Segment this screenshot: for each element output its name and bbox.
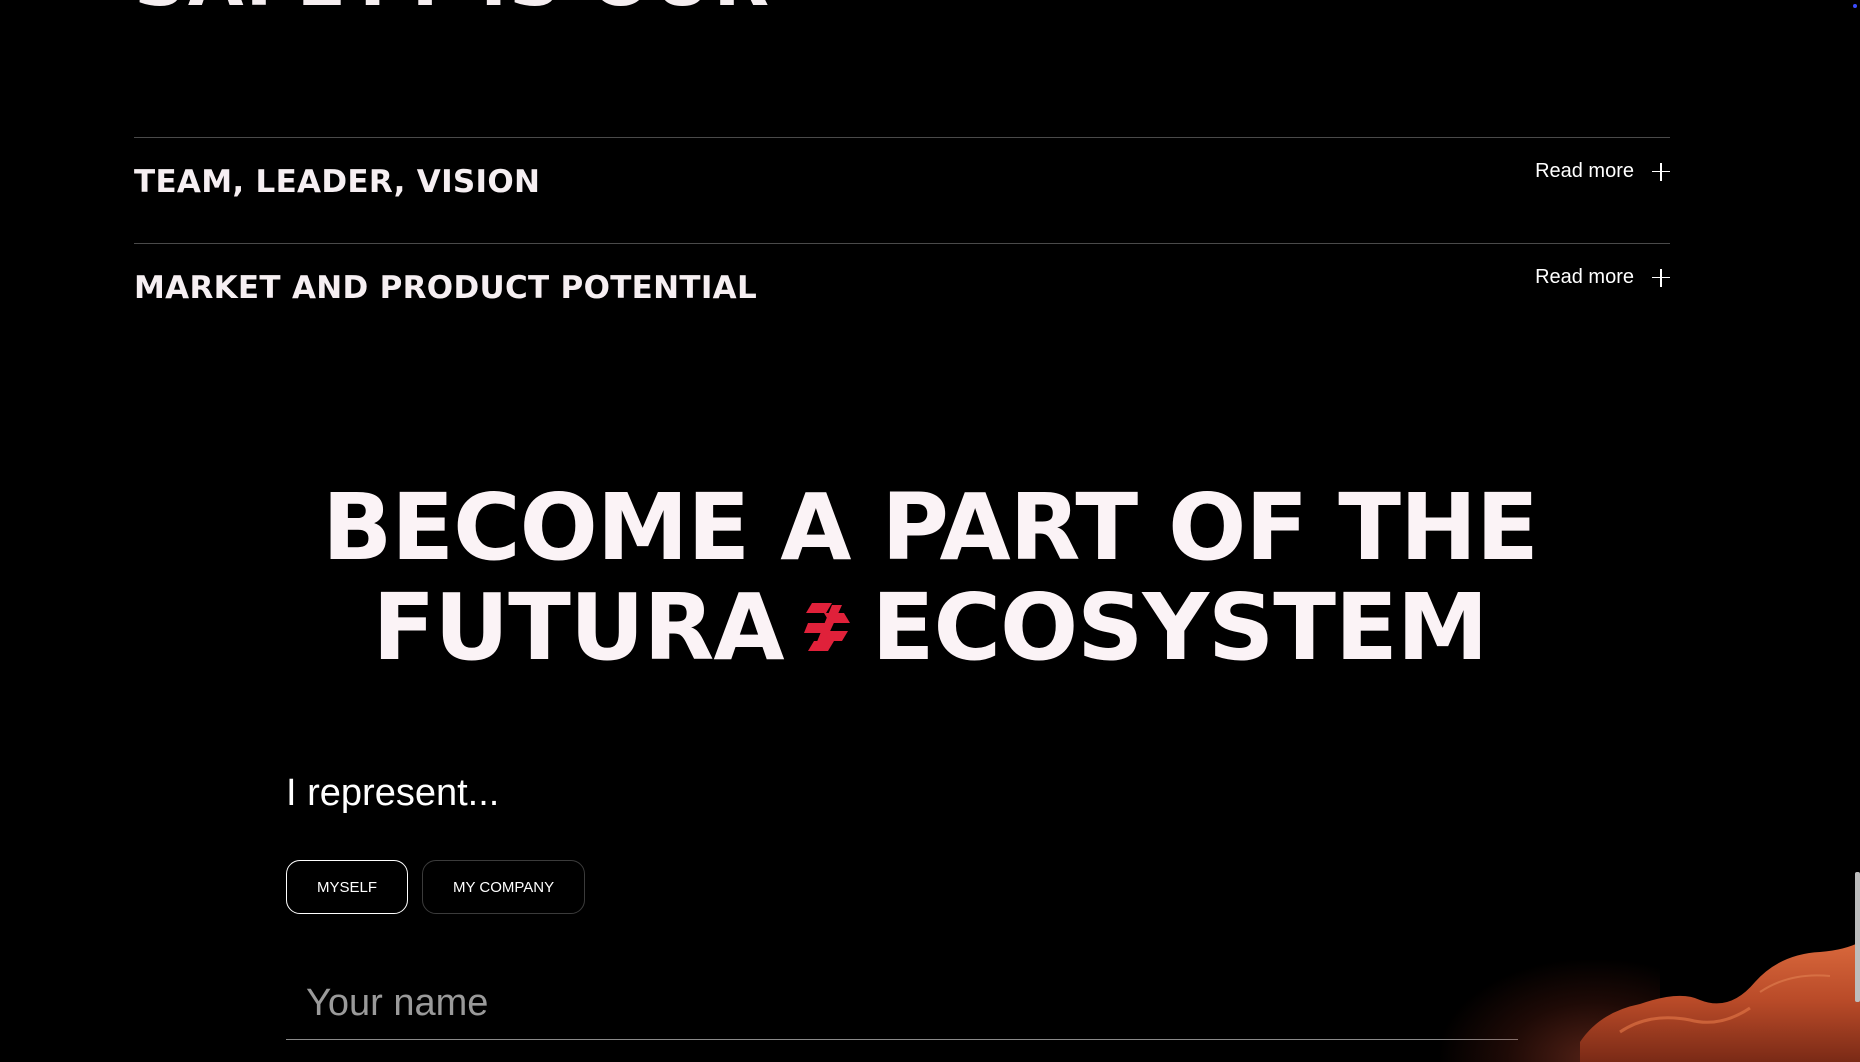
scrollbar-thumb[interactable] (1855, 872, 1860, 1002)
accordion-title: MARKET AND PRODUCT POTENTIAL (134, 270, 758, 306)
cta-word-ecosystem: ECOSYSTEM (871, 574, 1489, 681)
read-more-button[interactable]: Read more (1535, 266, 1670, 289)
read-more-button[interactable]: Read more (1535, 160, 1670, 183)
plus-icon (1652, 268, 1670, 287)
accordion-item-market[interactable]: MARKET AND PRODUCT POTENTIAL Read more (134, 243, 1670, 349)
cta-word-futura: FUTURA (372, 574, 785, 681)
represent-options: MYSELF MY COMPANY (286, 860, 586, 914)
futura-logo-icon (803, 602, 850, 651)
accordion-title: TEAM, LEADER, VISION (134, 164, 541, 200)
cta-headline-line2: FUTURA ECOSYSTEM (0, 578, 1860, 678)
read-more-label: Read more (1535, 160, 1634, 182)
cta-headline-line1: BECOME A PART OF THE (322, 474, 1539, 581)
page: SAFETY IS OUR TEAM, LEADER, VISION Read … (0, 0, 1860, 1062)
option-myself-button[interactable]: MYSELF (286, 860, 409, 914)
represent-label: I represent... (286, 772, 500, 814)
section-heading-cut: SAFETY IS OUR (134, 0, 771, 22)
corner-indicator (1853, 4, 1857, 8)
accordion: TEAM, LEADER, VISION Read more MARKET AN… (134, 137, 1670, 349)
name-input[interactable] (286, 968, 1518, 1040)
read-more-label: Read more (1535, 266, 1634, 288)
mars-rock-image (1580, 942, 1860, 1062)
cta-headline: BECOME A PART OF THE FUTURA ECOSYSTEM (0, 478, 1860, 678)
accordion-item-team[interactable]: TEAM, LEADER, VISION Read more (134, 137, 1670, 243)
option-my-company-button[interactable]: MY COMPANY (422, 860, 586, 914)
plus-icon (1652, 162, 1670, 181)
